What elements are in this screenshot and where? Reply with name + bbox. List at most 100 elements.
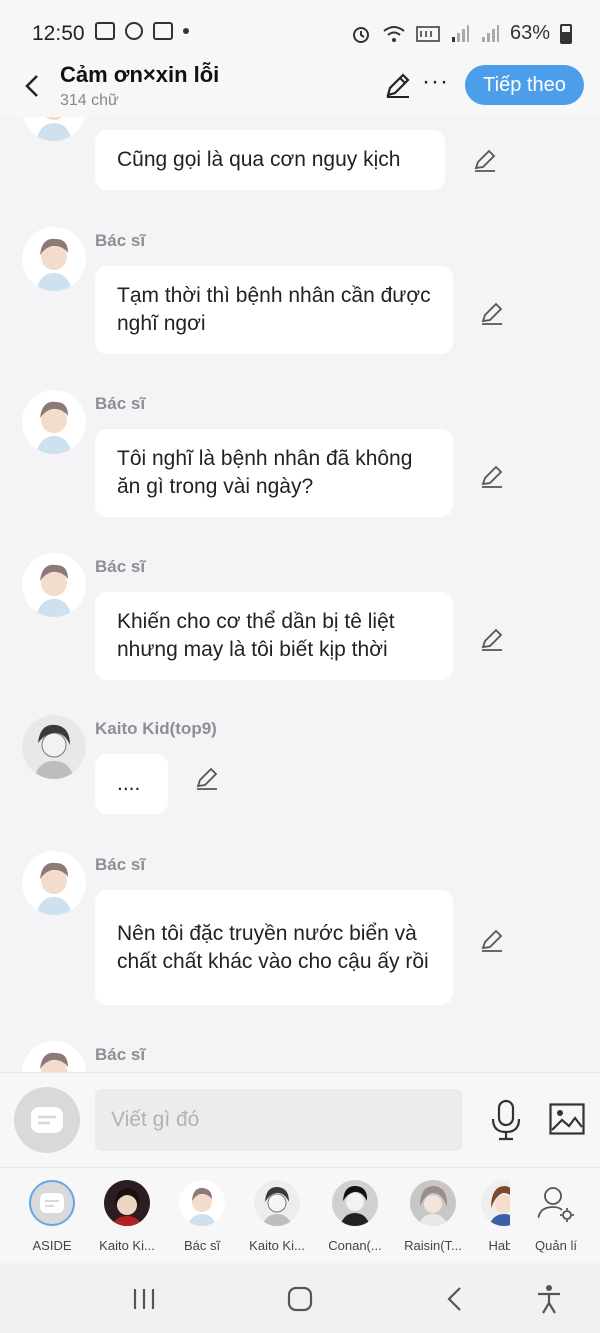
page-title: Cảm ơn×xin lỗi [60,62,220,87]
character-avatar [254,1180,300,1226]
home-button[interactable] [282,1281,318,1317]
sender-name: Kaito Kid(top9) [95,719,217,738]
sender-name: Bác sĩ [95,855,146,874]
edit-title-button[interactable] [383,70,413,100]
chat-bubble-icon [31,1107,63,1133]
pencil-icon [386,73,410,98]
character-kaito-1[interactable]: Kaito Ki... [89,1180,159,1260]
status-left-icons [95,22,189,40]
chat-area[interactable]: Cũng gọi là qua cơn nguy kịch Bác sĩ Tạm… [0,117,600,1072]
edit-message-button[interactable] [194,765,220,791]
edit-message-button[interactable] [472,147,498,173]
character-avatar [481,1180,510,1226]
message-text: Khiến cho cơ thể dần bị tê liệt nhưng ma… [117,610,395,661]
character-avatar [533,1180,579,1226]
doctor-avatar[interactable] [22,851,86,915]
status-time: 12:50 [32,22,85,45]
character-bar: ASIDE Kaito Ki... Bác sĩ Kaito Ki... Con… [0,1167,600,1263]
image-icon [549,1103,585,1135]
message-bubble[interactable]: Khiến cho cơ thể dần bị tê liệt nhưng ma… [95,592,453,680]
doctor-avatar[interactable] [22,227,86,291]
message-bubble[interactable]: Tôi nghĩ là bệnh nhân đã không ăn gì tro… [95,429,453,517]
message-bubble[interactable]: Cũng gọi là qua cơn nguy kịch [95,130,445,190]
doctor-avatar[interactable] [22,553,86,617]
aside-avatar [29,1180,75,1226]
message-text: Tạm thời thì bệnh nhân cần được nghĩ ngơ… [117,284,431,335]
character-avatar [179,1180,225,1226]
doctor-avatar[interactable] [22,390,86,454]
signal-icon [481,24,499,42]
sender-name: Bác sĩ [95,231,146,250]
more-options-button[interactable]: ··· [422,68,449,96]
recent-apps-button[interactable] [126,1281,162,1317]
system-back-button[interactable] [438,1281,474,1317]
microphone-icon [491,1099,521,1141]
character-label: Conan(... [328,1238,382,1253]
system-nav-bar [0,1263,600,1333]
chevron-left-icon [25,75,38,97]
accessibility-icon [538,1285,560,1314]
character-raisin[interactable]: Raisin(T... [395,1180,465,1260]
pencil-icon [196,767,218,790]
manage-characters-button[interactable]: Quản lí [518,1180,588,1260]
home-icon [287,1286,313,1312]
back-icon [447,1287,461,1311]
message-text: Nên tôi đặc truyền nước biển và chất chấ… [117,921,429,973]
battery-icon [560,23,572,44]
recent-apps-icon [133,1289,155,1309]
gallery-icon [95,22,115,40]
kaito-avatar[interactable] [22,715,86,779]
status-bar: 12:50 63% [0,0,600,62]
edit-message-button[interactable] [479,463,505,489]
character-aside[interactable]: ASIDE [14,1180,84,1260]
character-avatar [332,1180,378,1226]
doctor-avatar[interactable] [22,117,86,141]
edit-message-button[interactable] [479,300,505,326]
sender-name: Bác sĩ [95,394,146,413]
next-button[interactable]: Tiếp theo [465,65,584,105]
character-label: Haba [488,1238,510,1253]
character-avatar [104,1180,150,1226]
header: Cảm ơn×xin lỗi 314 chữ ··· Tiếp theo [0,62,600,117]
message-text: Tôi nghĩ là bệnh nhân đã không ăn gì tro… [117,447,413,498]
message-bubble[interactable]: Tạm thời thì bệnh nhân cần được nghĩ ngơ… [95,266,453,354]
status-right: 63% [350,22,572,45]
pencil-icon [481,628,503,651]
character-haba[interactable]: Haba [466,1180,510,1260]
message-text: .... [117,772,141,795]
message-bubble[interactable]: Nên tôi đặc truyền nước biển và chất chấ… [95,890,453,1005]
back-button[interactable] [16,70,48,102]
wifi-icon [383,25,405,42]
doctor-avatar[interactable] [22,1041,86,1072]
message-input[interactable] [95,1089,462,1151]
battery-percentage: 63% [509,22,550,44]
notification-dot-icon [183,28,189,34]
character-kaito-2[interactable]: Kaito Ki... [239,1180,309,1260]
word-count: 314 chữ [60,92,119,109]
microphone-button[interactable] [488,1099,524,1141]
pencil-icon [481,465,503,488]
pencil-icon [481,302,503,325]
pencil-icon [474,149,496,172]
sender-name: Bác sĩ [95,1045,146,1064]
message-text: Cũng gọi là qua cơn nguy kịch [117,148,401,171]
character-label: Raisin(T... [404,1238,462,1253]
user-settings-icon [537,1187,574,1222]
volte-icon [416,25,440,42]
sender-name: Bác sĩ [95,557,146,576]
edit-message-button[interactable] [479,927,505,953]
character-label: Kaito Ki... [249,1238,305,1253]
character-doctor[interactable]: Bác sĩ [164,1180,234,1260]
aside-toggle-button[interactable] [14,1087,80,1153]
alarm-icon [352,26,369,43]
chat-bubble-icon [40,1193,64,1213]
message-bubble[interactable]: .... [95,754,168,814]
edit-message-button[interactable] [479,626,505,652]
character-label: Quản lí [535,1238,577,1253]
image-button[interactable] [549,1103,585,1135]
character-avatar [410,1180,456,1226]
character-conan[interactable]: Conan(... [317,1180,387,1260]
accessibility-button[interactable] [531,1281,567,1317]
input-bar [0,1072,600,1167]
pencil-icon [481,929,503,952]
